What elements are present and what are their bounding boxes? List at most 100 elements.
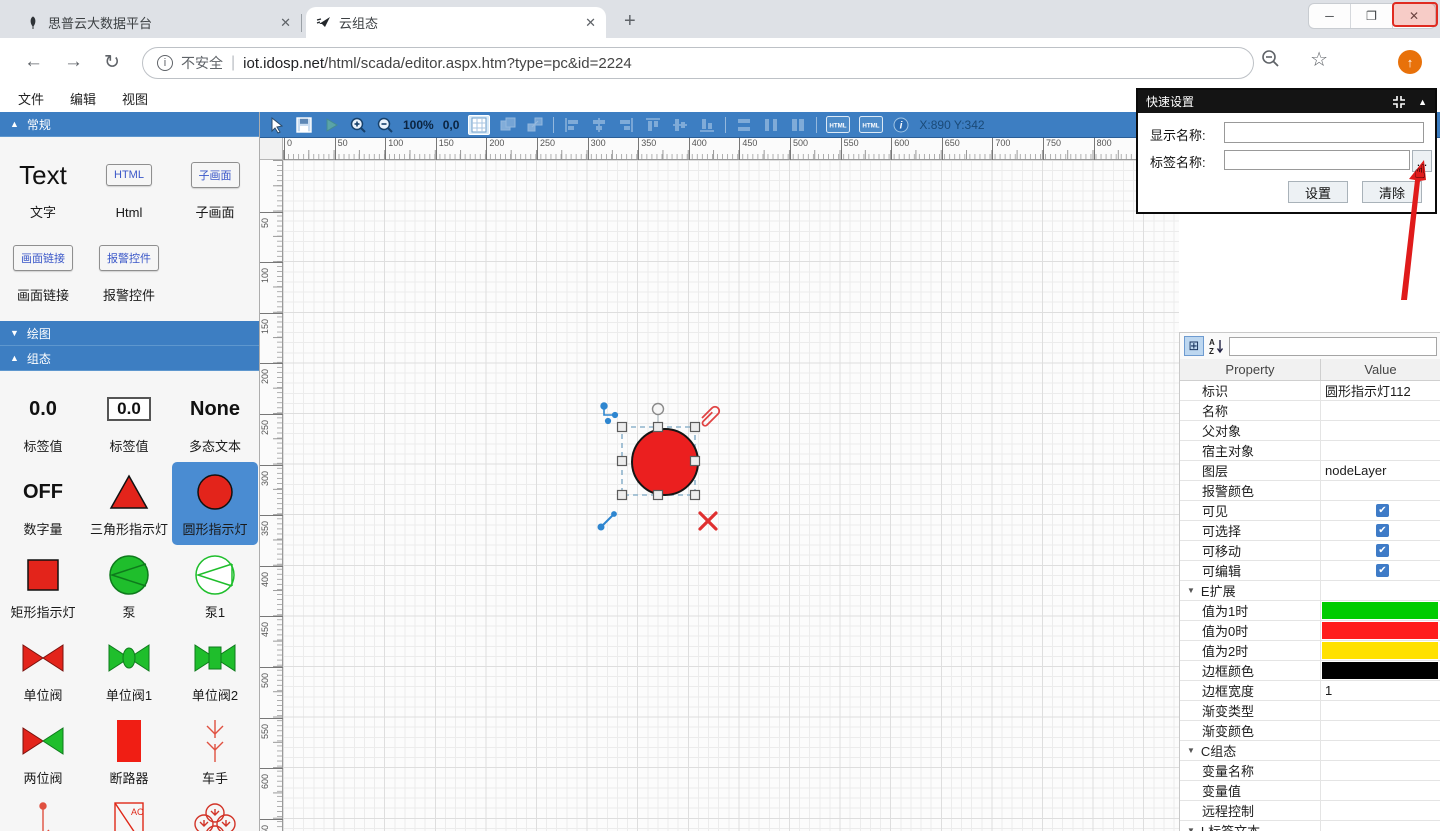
html-badge-icon[interactable]: HTML [826,115,850,135]
circle-indicator-shape[interactable] [632,429,698,495]
page-info-icon[interactable]: i [157,55,173,71]
palette-item-报警控件[interactable]: 报警控件报警控件 [86,228,172,311]
browser-tab-scada[interactable]: 云组态 ✕ [306,7,606,38]
forward-icon[interactable]: → [64,51,83,73]
menu-视图[interactable]: 视图 [122,88,148,112]
palette-item-三角形指示灯[interactable]: 三角形指示灯 [86,462,172,545]
url-bar[interactable]: i 不安全 | iot.idosp.net /html/scada/editor… [142,47,1254,79]
color-swatch[interactable] [1322,602,1438,619]
color-swatch[interactable] [1322,662,1438,679]
palette-section-绘图[interactable]: ▼绘图 [0,321,259,346]
property-row-可移动[interactable]: 可移动✔ [1180,541,1440,561]
property-row-可选择[interactable]: 可选择✔ [1180,521,1440,541]
browser-update-icon[interactable]: ↑ [1398,50,1422,74]
color-swatch[interactable] [1322,622,1438,639]
palette-item-Html[interactable]: HTMLHtml [86,145,172,228]
menu-编辑[interactable]: 编辑 [70,88,96,112]
group-collapse-icon[interactable]: ▼ [1187,746,1195,755]
property-row-变量名称[interactable]: 变量名称 [1180,761,1440,781]
minimize-button[interactable]: ─ [1309,4,1351,28]
property-row-值为1时[interactable]: 值为1时 [1180,601,1440,621]
property-row-渐变类型[interactable]: 渐变类型 [1180,701,1440,721]
palette-item-单位阀1[interactable]: 单位阀1 [86,628,172,711]
palette-item-多态文本[interactable]: None多态文本 [172,379,258,462]
property-row-E扩展[interactable]: ▼E扩展 [1180,581,1440,601]
bookmark-star-icon[interactable]: ☆ [1310,47,1328,72]
property-row-报警颜色[interactable]: 报警颜色 [1180,481,1440,501]
zoom-out-icon[interactable] [376,115,394,135]
set-button[interactable]: 设置 [1288,181,1348,203]
clear-button[interactable]: 清除 [1362,181,1422,203]
palette-item-文字[interactable]: Text文字 [0,145,86,228]
palette-item-泵1[interactable]: 泵1 [172,545,258,628]
palette-item-车手[interactable]: 车手 [172,711,258,794]
new-tab-button[interactable]: + [624,10,636,33]
palette-item-子画面[interactable]: 子画面子画面 [172,145,258,228]
palette-section-常规[interactable]: ▲常规 [0,112,259,137]
tag-name-input[interactable] [1224,150,1410,170]
zoom-out-page-icon[interactable] [1260,48,1282,75]
display-name-input[interactable] [1224,122,1424,143]
menu-文件[interactable]: 文件 [18,88,44,112]
property-row-名称[interactable]: 名称 [1180,401,1440,421]
property-row-变量值[interactable]: 变量值 [1180,781,1440,801]
palette-item-矩形指示灯[interactable]: 矩形指示灯 [0,545,86,628]
browser-tab-platform[interactable]: 思普云大数据平台 ✕ [16,7,301,38]
palette-item-标签值[interactable]: 0.0标签值 [0,379,86,462]
info-icon[interactable]: i [892,115,910,135]
collapse-panel-icon[interactable]: ▲ [1418,97,1427,107]
property-row-值为0时[interactable]: 值为0时 [1180,621,1440,641]
palette-item-刀闸[interactable]: 刀闸 [0,794,86,831]
back-icon[interactable]: ← [24,51,43,73]
palette-item-泵[interactable]: 泵 [86,545,172,628]
property-column-header[interactable]: Property [1180,359,1321,380]
palette-item-圆形指示灯[interactable]: 圆形指示灯 [172,462,258,545]
palette-item-PT[interactable]: PT [172,794,258,831]
zoom-in-icon[interactable] [349,115,367,135]
grid-toggle-icon[interactable] [468,115,490,135]
property-row-宿主对象[interactable]: 宿主对象 [1180,441,1440,461]
checkbox-checked[interactable]: ✔ [1376,564,1389,577]
save-icon[interactable] [295,115,313,135]
property-filter-box[interactable] [1229,337,1437,356]
palette-item-逆变器[interactable]: ACDC逆变器 [86,794,172,831]
property-row-标识[interactable]: 标识圆形指示灯112 [1180,381,1440,401]
dock-icon[interactable] [1392,95,1406,109]
property-row-C组态[interactable]: ▼C组态 [1180,741,1440,761]
palette-item-标签值[interactable]: 0.0标签值 [86,379,172,462]
property-row-图层[interactable]: 图层nodeLayer [1180,461,1440,481]
connector-icon[interactable] [601,403,618,424]
group-collapse-icon[interactable]: ▼ [1187,586,1195,595]
group-collapse-icon[interactable]: ▼ [1187,826,1195,831]
property-row-渐变颜色[interactable]: 渐变颜色 [1180,721,1440,741]
categorize-icon[interactable]: ⊞ [1184,336,1204,356]
palette-item-单位阀2[interactable]: 单位阀2 [172,628,258,711]
property-row-边框宽度[interactable]: 边框宽度1 [1180,681,1440,701]
html-badge-icon[interactable]: HTML [859,115,883,135]
line-tool-icon[interactable] [598,512,616,530]
property-row-L标签文本[interactable]: ▼L标签文本 [1180,821,1440,831]
attach-icon[interactable] [702,407,719,426]
checkbox-checked[interactable]: ✔ [1376,524,1389,537]
quick-settings-header[interactable]: 快速设置 ▲ [1138,90,1435,113]
cursor-icon[interactable] [268,115,286,135]
property-row-边框颜色[interactable]: 边框颜色 [1180,661,1440,681]
sort-az-icon[interactable]: A Z [1206,336,1226,356]
close-tab-icon[interactable]: ✕ [585,15,596,31]
palette-item-数字量[interactable]: OFF数字量 [0,462,86,545]
property-row-可见[interactable]: 可见✔ [1180,501,1440,521]
palette-section-组态[interactable]: ▲组态 [0,346,259,371]
palette-item-两位阀[interactable]: 两位阀 [0,711,86,794]
property-row-可编辑[interactable]: 可编辑✔ [1180,561,1440,581]
checkbox-checked[interactable]: ✔ [1376,504,1389,517]
delete-icon[interactable] [700,513,716,529]
value-column-header[interactable]: Value [1321,359,1440,380]
color-swatch[interactable] [1322,642,1438,659]
restore-button[interactable]: ❐ [1351,4,1393,28]
close-tab-icon[interactable]: ✕ [280,15,291,31]
property-row-父对象[interactable]: 父对象 [1180,421,1440,441]
rotate-handle[interactable] [653,404,664,415]
checkbox-checked[interactable]: ✔ [1376,544,1389,557]
property-row-远程控制[interactable]: 远程控制 [1180,801,1440,821]
property-row-值为2时[interactable]: 值为2时 [1180,641,1440,661]
